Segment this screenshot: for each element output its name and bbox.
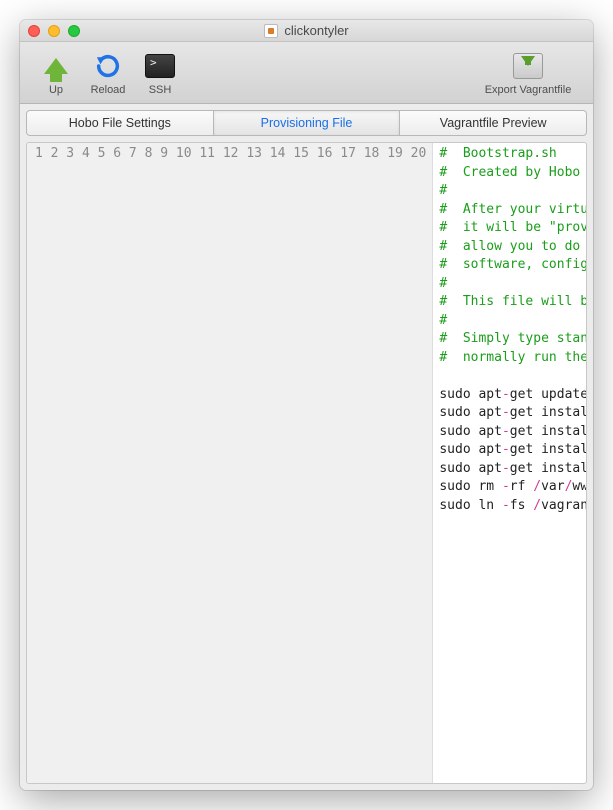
window-title: clickontyler (20, 23, 593, 38)
window-controls (28, 25, 80, 37)
tab-settings[interactable]: Hobo File Settings (26, 110, 214, 136)
export-icon (512, 50, 544, 82)
toolbar: Up Reload SSH Export Vagrantfile (20, 42, 593, 104)
ssh-button[interactable]: SSH (134, 50, 186, 96)
reload-button[interactable]: Reload (82, 50, 134, 96)
code-editor[interactable]: 1 2 3 4 5 6 7 8 9 10 11 12 13 14 15 16 1… (26, 142, 587, 784)
reload-icon (92, 50, 124, 82)
tab-bar: Hobo File Settings Provisioning File Vag… (20, 104, 593, 136)
up-arrow-icon (40, 50, 72, 82)
reload-label: Reload (91, 84, 126, 96)
ssh-label: SSH (149, 84, 172, 96)
close-icon[interactable] (28, 25, 40, 37)
tab-provisioning[interactable]: Provisioning File (214, 110, 401, 136)
tab-preview[interactable]: Vagrantfile Preview (400, 110, 587, 136)
tab-provisioning-label: Provisioning File (261, 116, 353, 130)
export-label: Export Vagrantfile (485, 84, 572, 96)
up-button[interactable]: Up (30, 50, 82, 96)
line-number-gutter: 1 2 3 4 5 6 7 8 9 10 11 12 13 14 15 16 1… (27, 143, 433, 783)
minimize-icon[interactable] (48, 25, 60, 37)
up-label: Up (49, 84, 63, 96)
tab-preview-label: Vagrantfile Preview (440, 116, 547, 130)
app-window: clickontyler Up Reload SSH Export Vagran… (20, 20, 593, 790)
tab-settings-label: Hobo File Settings (69, 116, 171, 130)
zoom-icon[interactable] (68, 25, 80, 37)
terminal-icon (144, 50, 176, 82)
code-content[interactable]: # Bootstrap.sh # Created by Hobo on 12/2… (433, 143, 586, 783)
window-title-text: clickontyler (284, 23, 348, 38)
export-button[interactable]: Export Vagrantfile (473, 50, 583, 96)
titlebar[interactable]: clickontyler (20, 20, 593, 42)
app-icon (264, 24, 278, 38)
